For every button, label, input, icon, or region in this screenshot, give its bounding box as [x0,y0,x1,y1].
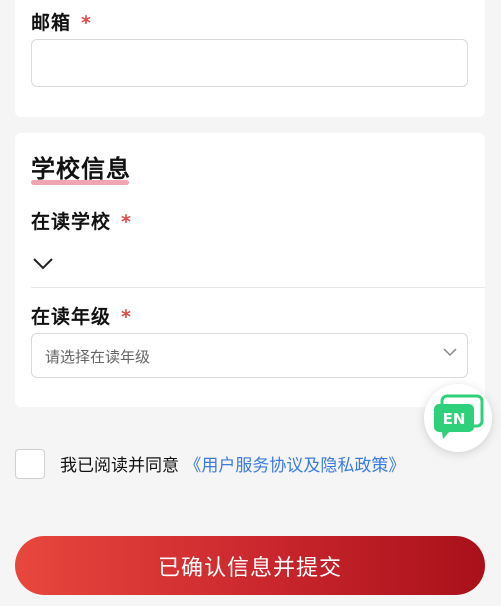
grade-placeholder: 请选择在读年级 [45,348,151,366]
language-label: EN [443,410,466,428]
grade-select[interactable]: 请选择在读年级 [31,333,468,378]
agreement-link[interactable]: 《用户服务协议及隐私政策》 [184,456,405,476]
grade-label: 在读年级 * [31,306,132,328]
school-select[interactable] [33,255,53,274]
school-label: 在读学校 * [31,211,132,233]
submit-button[interactable]: 已确认信息并提交 [15,536,485,595]
chevron-down-icon [33,258,53,270]
language-toggle-button[interactable]: EN [424,384,492,452]
contact-card: 邮箱 * [15,0,485,117]
agreement-text: 我已阅读并同意 《用户服务协议及隐私政策》 [60,451,405,476]
agreement-checkbox[interactable] [15,449,45,479]
chevron-down-icon [443,348,457,357]
email-field[interactable] [31,39,468,87]
agreement-prefix: 我已阅读并同意 [60,456,179,476]
required-mark: * [81,12,92,34]
school-divider [31,287,485,288]
required-mark: * [121,306,132,328]
language-en-icon: EN [434,394,484,439]
section-title-underline [31,180,129,185]
required-mark: * [121,211,132,233]
school-info-card: 学校信息 在读学校 * 在读年级 * 请选择在读年级 [15,133,485,407]
section-title: 学校信息 [31,155,131,183]
email-label: 邮箱 * [31,12,92,34]
